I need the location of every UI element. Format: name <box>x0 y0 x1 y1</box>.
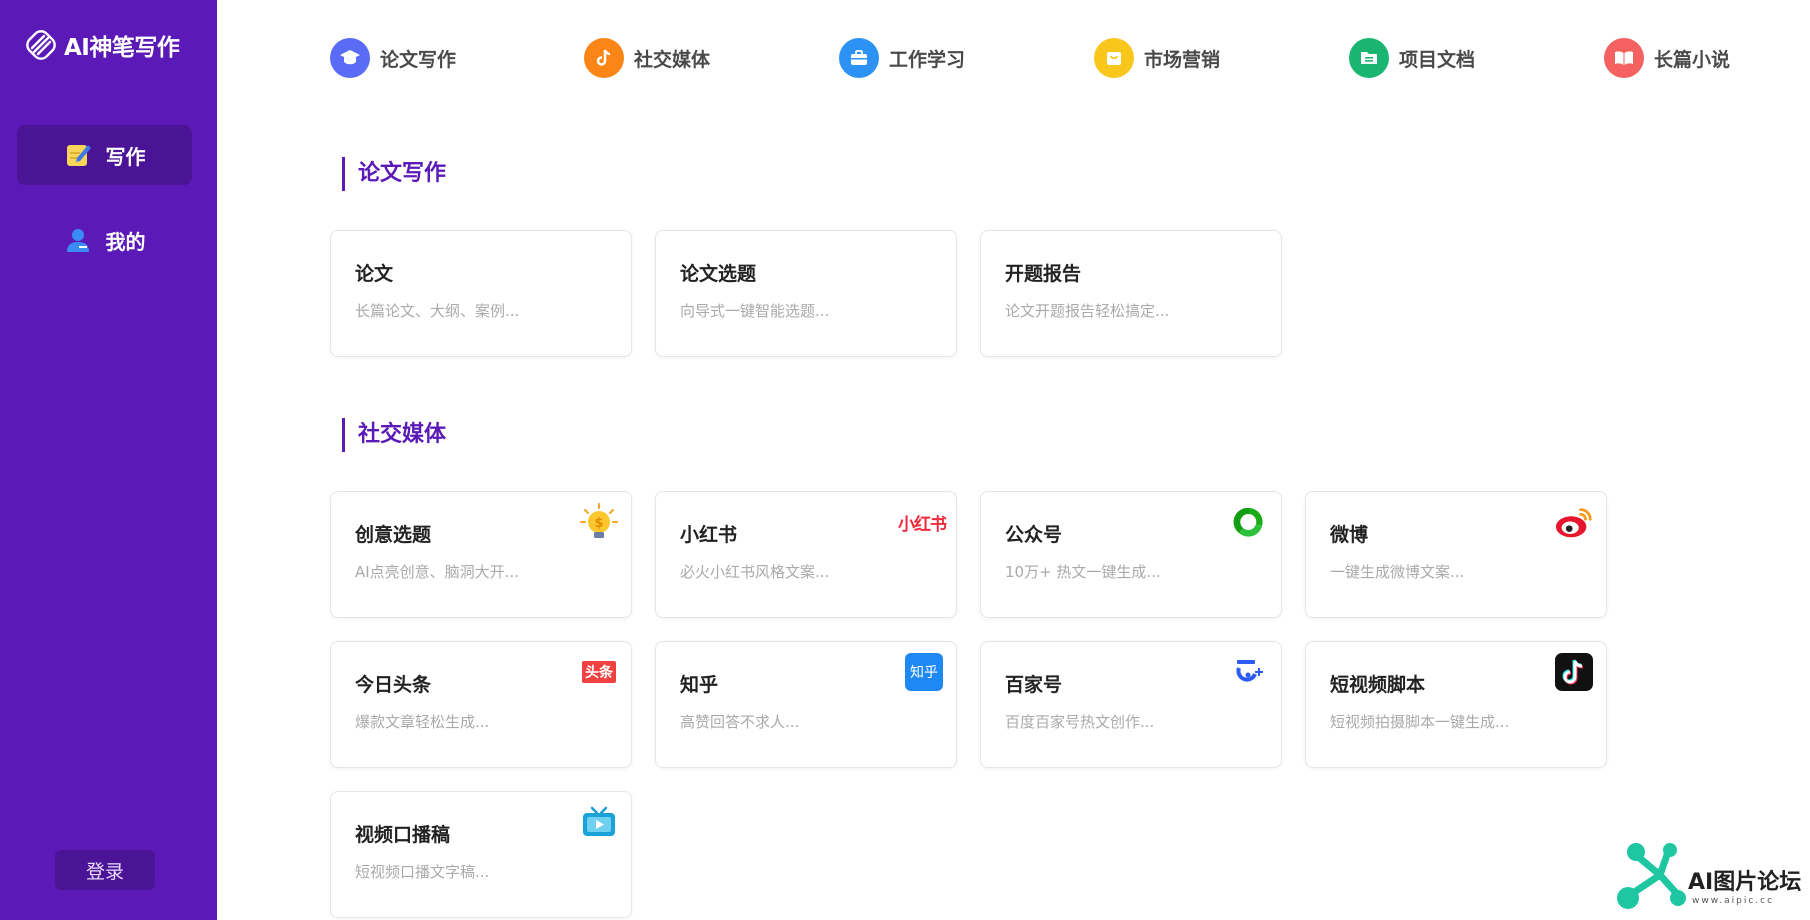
card-desc: AI点亮创意、脑洞大开... <box>355 563 519 581</box>
category-label: 长篇小说 <box>1654 48 1731 71</box>
wechat-mp-logo-icon <box>1229 502 1269 542</box>
briefcase-icon <box>839 38 879 78</box>
category-bar: 论文写作 社交媒体 工作学习 市场营销 项目文档 长篇小说 <box>330 38 1750 86</box>
folder-icon <box>1349 38 1389 78</box>
card-video-voiceover[interactable]: 视频口播稿 短视频口播文字稿... <box>330 791 632 918</box>
card-title: 视频口播稿 <box>355 824 451 846</box>
card-title: 公众号 <box>1005 524 1063 546</box>
login-button[interactable]: 登录 <box>55 850 155 890</box>
shopping-bag-icon <box>1094 38 1134 78</box>
card-desc: 高赞回答不求人... <box>680 713 800 731</box>
brand: AI神笔写作 <box>24 28 180 62</box>
baijiahao-logo-icon <box>1229 652 1269 692</box>
category-label: 项目文档 <box>1399 48 1476 71</box>
card-desc: 论文开题报告轻松搞定... <box>1005 302 1170 320</box>
card-title: 微博 <box>1330 524 1369 546</box>
card-title: 论文 <box>355 263 394 285</box>
card-topic-selection[interactable]: 论文选题 向导式一键智能选题... <box>655 230 957 357</box>
card-title: 知乎 <box>680 674 719 696</box>
card-wechat-mp[interactable]: 公众号 10万+ 热文一键生成... <box>980 491 1282 618</box>
card-desc: 向导式一键智能选题... <box>680 302 830 320</box>
user-icon <box>66 229 89 252</box>
card-desc: 短视频口播文字稿... <box>355 863 490 881</box>
card-desc: 一键生成微博文案... <box>1330 563 1465 581</box>
toutiao-logo-icon: 头条 <box>579 652 619 692</box>
sidebar-item-mine-label: 我的 <box>105 229 146 254</box>
sidebar-item-mine[interactable]: 我的 <box>17 210 192 270</box>
card-toutiao[interactable]: 今日头条 爆款文章轻松生成... 头条 <box>330 641 632 768</box>
card-creative-topic[interactable]: 创意选题 AI点亮创意、脑洞大开... $ <box>330 491 632 618</box>
card-desc: 长篇论文、大纲、案例... <box>355 302 520 320</box>
card-title: 百家号 <box>1005 674 1063 696</box>
section-title-social: 社交媒体 <box>342 418 446 452</box>
svg-text:$: $ <box>594 516 603 531</box>
category-tab-marketing[interactable]: 市场营销 <box>1094 38 1220 78</box>
forum-logo-icon <box>1617 843 1686 909</box>
douyin-logo-icon <box>1554 652 1594 692</box>
card-weibo[interactable]: 微博 一键生成微博文案... <box>1305 491 1607 618</box>
card-title: 开题报告 <box>1005 263 1082 285</box>
card-proposal-report[interactable]: 开题报告 论文开题报告轻松搞定... <box>980 230 1282 357</box>
sidebar: AI神笔写作 写作 我的 登录 <box>0 0 217 920</box>
category-tab-project[interactable]: 项目文档 <box>1349 38 1475 78</box>
xiaohongshu-logo-icon: 小红书 <box>898 514 947 535</box>
category-tab-novel[interactable]: 长篇小说 <box>1604 38 1730 78</box>
weibo-logo-icon <box>1554 502 1594 542</box>
card-desc: 必火小红书风格文案... <box>680 563 830 581</box>
category-tab-social[interactable]: 社交媒体 <box>584 38 710 78</box>
section-title-paper: 论文写作 <box>342 157 446 191</box>
watermark-title: AI图片论坛 <box>1688 870 1802 895</box>
category-label: 工作学习 <box>889 48 966 71</box>
sidebar-item-write-label: 写作 <box>105 144 146 169</box>
card-baijiahao[interactable]: 百家号 百度百家号热文创作... <box>980 641 1282 768</box>
card-title: 小红书 <box>680 524 738 546</box>
card-zhihu[interactable]: 知乎 高赞回答不求人... 知乎 <box>655 641 957 768</box>
note-pencil-icon <box>66 145 91 166</box>
card-desc: 10万+ 热文一键生成... <box>1005 563 1161 581</box>
brand-logo-icon <box>26 30 56 60</box>
brand-title: AI神笔写作 <box>64 35 180 61</box>
category-tab-paper[interactable]: 论文写作 <box>330 38 456 78</box>
card-desc: 百度百家号热文创作... <box>1005 713 1155 731</box>
card-title: 今日头条 <box>355 674 432 696</box>
card-xiaohongshu[interactable]: 小红书 必火小红书风格文案... 小红书 <box>655 491 957 618</box>
app-window: AI神笔写作 写作 我的 登录 论文写作 社交媒体 工作学习 市场营销 项目文档… <box>0 0 1810 920</box>
category-tab-work[interactable]: 工作学习 <box>839 38 965 78</box>
card-title: 短视频脚本 <box>1330 674 1426 696</box>
card-paper[interactable]: 论文 长篇论文、大纲、案例... <box>330 230 632 357</box>
watermark-url: www.aipic.cc <box>1692 896 1775 906</box>
card-title: 论文选题 <box>680 263 757 285</box>
tiktok-note-icon <box>584 38 624 78</box>
tv-play-icon <box>579 802 619 842</box>
zhihu-logo-icon: 知乎 <box>904 652 944 692</box>
category-label: 社交媒体 <box>634 48 711 71</box>
category-label: 论文写作 <box>380 48 457 71</box>
card-title: 创意选题 <box>355 524 432 546</box>
card-desc: 爆款文章轻松生成... <box>355 713 490 731</box>
watermark: AI图片论坛 www.aipic.cc <box>1608 840 1808 915</box>
category-label: 市场营销 <box>1144 48 1221 71</box>
card-desc: 短视频拍摄脚本一键生成... <box>1330 713 1510 731</box>
sidebar-item-write[interactable]: 写作 <box>17 125 192 185</box>
graduation-cap-icon <box>330 38 370 78</box>
lightbulb-icon: $ <box>579 502 619 542</box>
card-short-video-script[interactable]: 短视频脚本 短视频拍摄脚本一键生成... <box>1305 641 1607 768</box>
open-book-icon <box>1604 38 1644 78</box>
